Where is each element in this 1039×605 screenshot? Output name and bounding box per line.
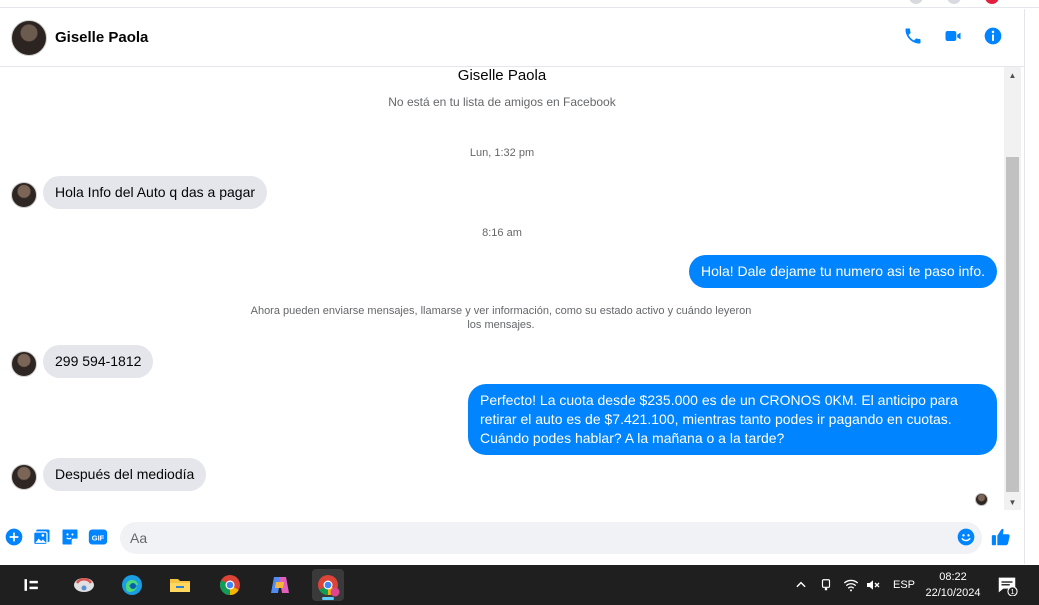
scrollbar-thumb[interactable] (1006, 157, 1019, 492)
clock-time: 08:22 (939, 571, 967, 583)
top-strip-controls (909, 0, 999, 4)
thread-contact-name: Giselle Paola (457, 67, 547, 84)
sender-avatar[interactable] (11, 182, 37, 208)
scroll-up-arrow-icon[interactable]: ▲ (1004, 67, 1021, 83)
conversation-info-button[interactable] (982, 25, 1004, 47)
message-thread: Giselle Paola No está en tu lista de ami… (0, 67, 1004, 510)
not-friends-notice: No está en tu lista de amigos en Faceboo… (388, 95, 616, 109)
plus-icon (5, 528, 23, 546)
tray-network-button[interactable] (843, 565, 859, 605)
gif-icon: GIF (88, 529, 108, 545)
chrome-profile-icon (318, 575, 340, 597)
emoji-button[interactable] (956, 527, 978, 549)
notification-icon: 1 (998, 577, 1018, 596)
chrome-icon (219, 575, 240, 596)
outgoing-message[interactable]: Perfecto! La cuota desde $235.000 es de … (468, 384, 997, 455)
taskbar-file-explorer[interactable] (164, 569, 196, 601)
message-composer: GIF (0, 510, 1024, 564)
video-call-button[interactable] (942, 25, 964, 47)
notification-center-button[interactable]: 1 (996, 565, 1018, 605)
task-view-icon (24, 579, 38, 591)
incoming-message[interactable]: Después del mediodía (43, 458, 207, 491)
emoji-icon (957, 528, 975, 546)
attach-image-button[interactable] (31, 526, 53, 548)
chat-header: Giselle Paola (0, 9, 1024, 67)
info-icon (984, 27, 1002, 45)
thread-scrollbar[interactable]: ▲ ▼ (1004, 67, 1021, 510)
edge-icon (122, 575, 142, 595)
wifi-icon (843, 579, 859, 592)
browser-top-strip (0, 0, 1039, 8)
contact-avatar[interactable] (11, 19, 47, 56)
gif-button[interactable]: GIF (87, 526, 109, 548)
tray-clock[interactable]: 08:22 22/10/2024 (918, 569, 988, 601)
svg-text:1: 1 (1010, 587, 1014, 596)
folder-icon (170, 579, 190, 592)
tray-device-button[interactable] (819, 565, 833, 605)
app-icon (74, 578, 94, 592)
sticker-icon (62, 529, 78, 545)
taskbar-chrome[interactable] (214, 569, 246, 601)
window-control-red[interactable] (985, 0, 999, 4)
send-like-button[interactable] (990, 526, 1012, 548)
message-input-wrapper (120, 522, 982, 554)
tray-language[interactable]: ESP (893, 565, 915, 605)
sticker-button[interactable] (59, 526, 81, 548)
more-actions-button[interactable] (3, 526, 25, 548)
tray-volume-button[interactable] (865, 565, 881, 605)
thumbs-up-icon (991, 528, 1010, 546)
message-timestamp: Lun, 1:32 pm (469, 147, 535, 159)
right-pane-edge (1024, 9, 1039, 564)
taskbar-app-pinned[interactable] (68, 569, 100, 601)
taskbar-copilot[interactable] (264, 569, 296, 601)
volume-muted-icon (867, 580, 880, 590)
taskbar-edge[interactable] (116, 569, 148, 601)
incoming-message[interactable]: 299 594-1812 (43, 345, 154, 378)
system-message: Ahora pueden enviarse mensajes, llamarse… (250, 305, 752, 331)
outgoing-message[interactable]: Hola! Dale dejame tu numero asi te paso … (688, 255, 997, 288)
sender-avatar[interactable] (11, 351, 37, 377)
taskbar-chrome-profile[interactable] (312, 569, 344, 601)
message-input[interactable] (130, 522, 950, 554)
clock-date: 22/10/2024 (925, 587, 981, 599)
contact-name[interactable]: Giselle Paola (55, 29, 148, 46)
device-icon (821, 579, 831, 591)
copilot-icon (271, 577, 289, 593)
window-control[interactable] (909, 0, 923, 4)
incoming-message[interactable]: Hola Info del Auto q das a pagar (43, 176, 268, 209)
seen-indicator-avatar (975, 493, 988, 506)
chevron-up-icon (796, 581, 806, 588)
task-view-button[interactable] (16, 569, 48, 601)
tray-overflow-button[interactable] (794, 565, 808, 605)
scroll-down-arrow-icon[interactable]: ▼ (1004, 494, 1021, 510)
image-icon (33, 529, 50, 546)
svg-text:GIF: GIF (92, 533, 105, 542)
sender-avatar[interactable] (11, 464, 37, 490)
phone-icon (905, 28, 921, 44)
video-icon (945, 31, 961, 41)
header-actions (902, 25, 1004, 47)
message-timestamp: 8:16 am (482, 227, 522, 239)
call-button[interactable] (902, 25, 924, 47)
windows-taskbar: ESP 08:22 22/10/2024 1 (0, 565, 1039, 605)
window-control[interactable] (947, 0, 961, 4)
